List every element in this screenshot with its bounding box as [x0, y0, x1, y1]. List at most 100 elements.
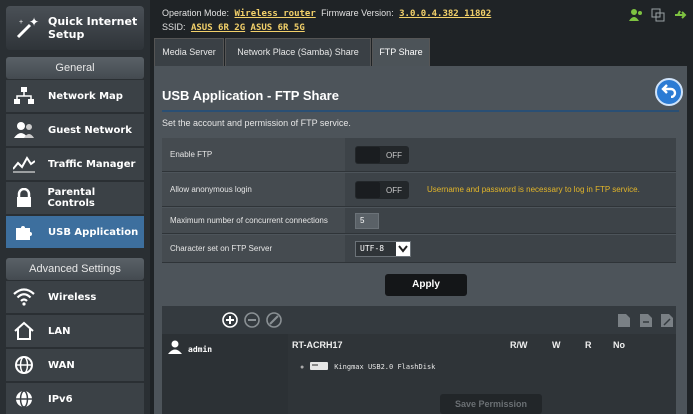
- column-rw: R/W: [510, 340, 528, 350]
- network-map-icon: [12, 84, 36, 108]
- column-w: W: [552, 340, 561, 350]
- enable-ftp-row: Enable FTP OFF: [162, 138, 676, 172]
- chevron-down-icon: [396, 242, 410, 256]
- operation-mode-link[interactable]: Wireless router: [234, 9, 315, 19]
- max-connections-label: Maximum number of concurrent connections: [162, 208, 345, 233]
- delete-folder-icon[interactable]: [639, 313, 653, 333]
- add-folder-icon[interactable]: [617, 313, 631, 333]
- toggle-knob: [356, 182, 380, 198]
- sidebar-item-label: Wireless: [48, 291, 97, 303]
- device-name: RT-ACRH17: [292, 340, 343, 350]
- usb-status-icon[interactable]: [673, 8, 687, 27]
- max-connections-row: Maximum number of concurrent connections…: [162, 208, 676, 234]
- expand-bullet-icon: ●: [300, 363, 305, 371]
- account-list: admin: [162, 334, 288, 414]
- general-section-header: General: [6, 57, 144, 79]
- main-content: USB Application - FTP Share Set the acco…: [154, 66, 687, 414]
- user-icon: [168, 340, 182, 359]
- column-r: R: [585, 340, 592, 350]
- charset-select[interactable]: UTF-8: [355, 241, 411, 257]
- user-status-icon[interactable]: [629, 8, 643, 27]
- max-connections-input[interactable]: 5: [355, 213, 379, 229]
- toggle-knob: [356, 147, 380, 163]
- toggle-state: OFF: [386, 185, 402, 195]
- firmware-link[interactable]: 3.0.0.4.382_11802: [399, 9, 491, 19]
- anonymous-login-note: Username and password is necessary to lo…: [427, 185, 640, 194]
- sidebar-item-wan[interactable]: WAN: [6, 349, 144, 382]
- back-arrow-icon: [661, 82, 677, 103]
- anonymous-login-label: Allow anonymous login: [162, 173, 345, 206]
- sidebar-item-ipv6[interactable]: IPv6: [6, 383, 144, 414]
- account-name: admin: [188, 345, 213, 354]
- sidebar-item-label: WAN: [48, 359, 75, 371]
- edit-account-icon[interactable]: [266, 312, 282, 333]
- tab-ftp-share[interactable]: FTP Share: [372, 38, 430, 66]
- svg-text:✦: ✦: [29, 15, 39, 29]
- page-description: Set the account and permission of FTP se…: [162, 118, 351, 128]
- charset-label: Character set on FTP Server: [162, 235, 345, 262]
- title-divider: [162, 110, 679, 112]
- quick-internet-setup-label: Quick Internet Setup: [48, 15, 138, 41]
- anonymous-login-row: Allow anonymous login OFF Username and p…: [162, 173, 676, 207]
- sidebar-item-parental-controls[interactable]: Parental Controls: [6, 182, 144, 215]
- ssid-line: SSID: ASUS_6R_2G ASUS_6R_5G: [162, 22, 305, 33]
- sidebar-item-label: Guest Network: [48, 124, 132, 136]
- sidebar-item-guest-network[interactable]: Guest Network: [6, 114, 144, 147]
- disk-name: Kingmax USB2.0 FlashDisk: [334, 363, 436, 371]
- sidebar-item-traffic-manager[interactable]: Traffic Manager: [6, 148, 144, 181]
- apply-button[interactable]: Apply: [385, 274, 467, 296]
- sidebar-item-label: LAN: [48, 325, 71, 337]
- sidebar-item-label: IPv6: [48, 393, 73, 405]
- firmware-label: Firmware Version:: [321, 8, 394, 18]
- column-no: No: [613, 340, 625, 350]
- header-status-icons: [629, 8, 687, 27]
- home-icon: [12, 319, 36, 343]
- tab-media-server[interactable]: Media Server: [154, 38, 224, 66]
- sidebar-item-label: Parental Controls: [47, 187, 96, 209]
- enable-ftp-toggle[interactable]: OFF: [355, 146, 409, 164]
- back-button[interactable]: [655, 78, 683, 106]
- guest-network-icon: [12, 118, 36, 142]
- sidebar-item-label: USB Application: [48, 226, 139, 238]
- charset-value: UTF-8: [360, 244, 385, 253]
- sidebar-item-wireless[interactable]: Wireless: [6, 281, 144, 314]
- svg-text:+: +: [19, 19, 23, 26]
- permission-toolbar: [162, 306, 676, 334]
- anonymous-login-toggle[interactable]: OFF: [355, 181, 409, 199]
- add-account-icon[interactable]: [222, 312, 238, 333]
- sidebar-item-usb-application[interactable]: USB Application: [6, 216, 144, 249]
- wand-icon: ✦ +: [14, 13, 40, 43]
- traffic-manager-icon: [12, 152, 36, 176]
- enable-ftp-label: Enable FTP: [162, 138, 345, 171]
- toggle-state: OFF: [386, 150, 402, 160]
- page-title: USB Application - FTP Share: [162, 88, 339, 103]
- operation-mode-label: Operation Mode:: [162, 8, 230, 18]
- advanced-section-header: Advanced Settings: [6, 258, 144, 280]
- lock-icon: [12, 186, 36, 210]
- disk-icon: [310, 358, 329, 376]
- quick-internet-setup-button[interactable]: ✦ + Quick Internet Setup: [6, 6, 144, 50]
- permission-panel: admin RT-ACRH17 R/W W R No ● Kingmax USB…: [162, 306, 676, 414]
- sidebar-item-network-map[interactable]: Network Map: [6, 80, 144, 113]
- ssid-5g-link[interactable]: ASUS_6R_5G: [251, 23, 305, 33]
- copy-status-icon[interactable]: [651, 8, 665, 27]
- remove-account-icon[interactable]: [244, 312, 260, 333]
- save-permission-button[interactable]: Save Permission: [440, 394, 542, 414]
- top-header: Operation Mode: Wireless router Firmware…: [150, 0, 693, 38]
- sidebar-item-label: Network Map: [48, 90, 123, 102]
- ssid-2g-link[interactable]: ASUS_6R_2G: [191, 23, 245, 33]
- disk-item[interactable]: ● Kingmax USB2.0 FlashDisk: [300, 358, 435, 376]
- sidebar: ✦ + Quick Internet Setup General Network …: [0, 0, 150, 414]
- rename-folder-icon[interactable]: [660, 313, 674, 333]
- ipv6-globe-icon: [12, 387, 36, 411]
- globe-icon: [12, 353, 36, 377]
- sidebar-item-lan[interactable]: LAN: [6, 315, 144, 348]
- wifi-icon: [12, 285, 36, 309]
- account-item-admin[interactable]: admin: [168, 340, 212, 359]
- tab-samba-share[interactable]: Network Place (Samba) Share: [225, 38, 371, 66]
- sidebar-item-label: Traffic Manager: [48, 158, 136, 170]
- puzzle-icon: [12, 220, 36, 244]
- charset-row: Character set on FTP Server UTF-8: [162, 235, 676, 263]
- operation-mode-line: Operation Mode: Wireless router Firmware…: [162, 8, 491, 19]
- ssid-label: SSID:: [162, 22, 186, 32]
